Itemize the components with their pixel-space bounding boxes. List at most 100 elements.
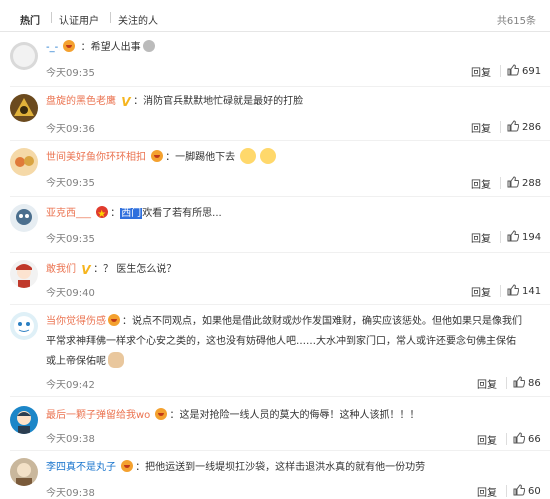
avatar[interactable] <box>10 312 38 340</box>
action-divider <box>500 65 501 77</box>
comment-item: 李四真不是丸子 ：把他运送到一线堤坝扛沙袋，这样击退洪水真的就有他一份功劳 今天… <box>0 450 550 499</box>
comment-item: 最后一颗子弹留给我wo ：这是对抢险一线人员的莫大的侮辱！这种人该抓！！！ 今天… <box>0 396 550 450</box>
comment-time: 今天09:38 <box>46 488 95 499</box>
thumbs-up-icon <box>513 432 525 444</box>
comment-content: ：说点不同观点，如果他是借此敛财或炒作发国难财，确实应该惩处。但他如果只是像我们 <box>122 316 522 327</box>
thumbs-up-icon <box>507 230 519 242</box>
action-divider <box>506 377 507 389</box>
reply-button[interactable]: 回复 <box>477 376 497 391</box>
tab-verified-users[interactable]: 认证用户 <box>59 12 99 27</box>
like-button[interactable]: 288 <box>507 176 541 189</box>
action-divider <box>506 485 507 497</box>
reply-button[interactable]: 回复 <box>471 284 491 299</box>
comment-text: 敢我们 V：？ 医生怎么说？ <box>46 260 538 280</box>
like-button[interactable]: 141 <box>507 284 541 297</box>
avatar[interactable] <box>10 42 38 70</box>
fan-badge-icon <box>155 408 168 420</box>
fan-badge-icon <box>151 150 164 162</box>
action-divider <box>500 231 501 243</box>
avatar[interactable] <box>10 406 38 434</box>
comment-time: 今天09:36 <box>46 124 95 135</box>
comment-content: ：一脚踢他下去 <box>165 152 236 163</box>
like-count: 60 <box>528 486 541 497</box>
like-button[interactable]: 66 <box>513 432 541 445</box>
comment-text: -_- ：希望人出事 <box>46 38 538 58</box>
comment-content-part: 欢 <box>142 208 153 219</box>
reply-button[interactable]: 回复 <box>471 64 491 79</box>
reply-button[interactable]: 回复 <box>471 230 491 245</box>
like-count: 194 <box>522 232 542 243</box>
username[interactable]: 亚克西___ <box>46 208 91 219</box>
username[interactable]: -_- <box>46 42 58 53</box>
username[interactable]: 世间美好鱼你环环相扣 <box>46 152 146 163</box>
username[interactable]: 当你觉得伤感 <box>46 316 106 327</box>
thumbs-up-icon <box>507 64 519 76</box>
like-button[interactable]: 194 <box>507 230 541 243</box>
avatar[interactable] <box>10 94 38 122</box>
selected-text: 西门 <box>120 208 143 219</box>
reply-button[interactable]: 回复 <box>477 432 497 447</box>
comment-text: 当你觉得伤感 ：说点不同观点，如果他是借此敛财或炒作发国难财，确实应该惩处。但他如… <box>46 312 538 372</box>
comment-content: ：这是对抢险一线人员的莫大的侮辱！这种人该抓！！！ <box>169 410 420 421</box>
like-count: 288 <box>522 178 542 189</box>
comment-time: 今天09:38 <box>46 434 95 445</box>
star-badge-icon <box>96 205 109 225</box>
like-button[interactable]: 286 <box>507 120 541 133</box>
username[interactable]: 盘旋的黑色老鹰 <box>46 96 116 107</box>
tab-hot[interactable]: 热门 <box>20 12 40 27</box>
action-divider <box>506 433 507 445</box>
comment-time: 今天09:35 <box>46 178 95 189</box>
comment-text: 最后一颗子弹留给我wo ：这是对抢险一线人员的莫大的侮辱！这种人该抓！！！ <box>46 406 538 426</box>
comment-content: 希望人出事 <box>90 42 141 53</box>
like-button[interactable]: 86 <box>513 376 541 389</box>
comment-time: 今天09:35 <box>46 68 95 79</box>
reply-button[interactable]: 回复 <box>471 176 491 191</box>
comment-time: 今天09:42 <box>46 380 95 391</box>
comment-item: 亚克西___ ：西门欢看了若有所思... 今天09:35 回复 194 <box>0 196 550 252</box>
tab-following[interactable]: 关注的人 <box>118 12 158 27</box>
like-count: 691 <box>522 66 542 77</box>
like-count: 86 <box>528 378 541 389</box>
comment-time: 今天09:40 <box>46 288 95 299</box>
comment-filter-bar: 热门 认证用户 关注的人 共615条 <box>0 0 550 32</box>
comment-count: 共615条 <box>496 16 536 27</box>
verified-v-icon: V <box>81 263 91 277</box>
like-button[interactable]: 60 <box>513 484 541 497</box>
fan-badge-icon <box>108 314 120 326</box>
thumbs-up-icon <box>513 484 525 496</box>
username[interactable]: 最后一颗子弹留给我wo <box>46 410 150 421</box>
sad-emoji-icon <box>142 40 155 52</box>
comment-content: 看了若有所思... <box>152 208 222 219</box>
fan-badge-icon <box>63 40 76 52</box>
verified-v-icon: V <box>121 95 131 109</box>
comment-item: 敢我们 V：？ 医生怎么说？ 今天09:40 回复 141 <box>0 252 550 304</box>
comment-text: 亚克西___ ：西门欢看了若有所思... <box>46 204 538 225</box>
comment-time: 今天09:35 <box>46 234 95 245</box>
smile-emoji-icon <box>260 148 277 164</box>
thumbs-up-icon <box>507 120 519 132</box>
tab-divider <box>51 12 52 23</box>
like-count: 141 <box>522 286 542 297</box>
comment-text: 李四真不是丸子 ：把他运送到一线堤坝扛沙袋，这样击退洪水真的就有他一份功劳 <box>46 458 538 478</box>
comment-content-line: 平常求神拜佛一样求个心安之类的，这也没有妨碍他人吧……大水冲到家门口，常人或许还… <box>46 336 516 347</box>
thumbs-up-icon <box>507 284 519 296</box>
comment-item: 世间美好鱼你环环相扣 ：一脚踢他下去 今天09:35 回复 288 <box>0 140 550 196</box>
comment-text: 世间美好鱼你环环相扣 ：一脚踢他下去 <box>46 148 538 168</box>
like-button[interactable]: 691 <box>507 64 541 77</box>
like-count: 66 <box>528 434 541 445</box>
username[interactable]: 敢我们 <box>46 264 76 275</box>
avatar[interactable] <box>10 458 38 486</box>
avatar[interactable] <box>10 148 38 176</box>
action-divider <box>500 177 501 189</box>
comment-content: ：消防官兵默默地忙碌就是最好的打脸 <box>133 96 304 107</box>
tab-divider <box>110 12 111 23</box>
reply-button[interactable]: 回复 <box>477 484 497 499</box>
comment-item: 盘旋的黑色老鹰 V ：消防官兵默默地忙碌就是最好的打脸 今天09:36 回复 28… <box>0 86 550 140</box>
avatar[interactable] <box>10 260 38 288</box>
avatar[interactable] <box>10 204 38 232</box>
username[interactable]: 李四真不是丸子 <box>46 462 116 473</box>
reply-button[interactable]: 回复 <box>471 120 491 135</box>
smile-emoji-icon <box>240 148 257 164</box>
dog-emoji-icon <box>108 352 124 368</box>
action-divider <box>500 121 501 133</box>
